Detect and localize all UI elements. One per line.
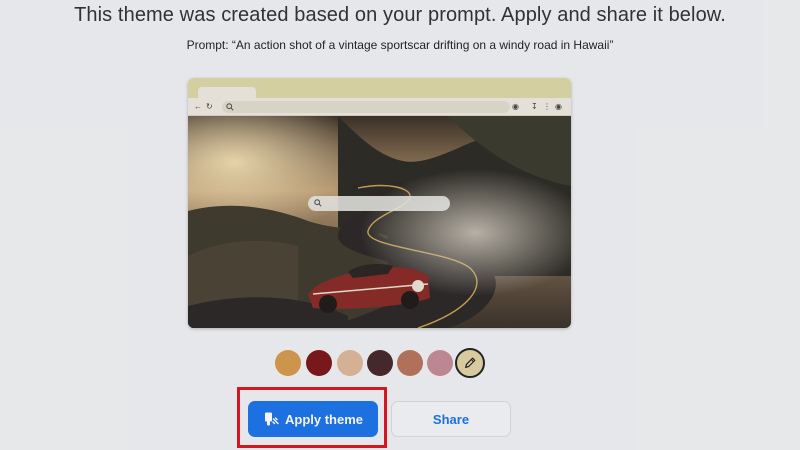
apply-theme-button[interactable]: Apply theme — [248, 401, 378, 437]
headline: This theme was created based on your pro… — [74, 4, 726, 26]
theme-preview: ← ↻ ◉ ↧ ⋮ ◉ — [188, 78, 571, 328]
profile-icon: ⋮ — [543, 102, 551, 111]
swatch-terracotta[interactable] — [397, 350, 423, 376]
swatch-dark-red[interactable] — [306, 350, 332, 376]
reload-icon: ↻ — [206, 102, 213, 111]
swatch-dark-brown[interactable] — [367, 350, 393, 376]
preview-omnibox — [222, 101, 510, 113]
custom-color-button[interactable] — [455, 348, 485, 378]
preview-toolbar: ← ↻ ◉ ↧ ⋮ ◉ — [188, 98, 571, 116]
back-icon: ← — [194, 102, 202, 111]
swatch-orange-tan[interactable] — [275, 350, 301, 376]
pencil-icon — [465, 357, 476, 368]
apply-theme-icon — [264, 412, 279, 426]
search-icon — [226, 103, 234, 111]
extension-icon: ◉ — [512, 102, 519, 111]
menu-icon: ◉ — [555, 102, 562, 111]
sportscar-background-image — [188, 116, 571, 328]
page: This theme was created based on your pro… — [0, 0, 800, 450]
download-icon: ↧ — [531, 102, 538, 111]
swatch-beige[interactable] — [337, 350, 363, 376]
preview-search-box — [308, 196, 450, 211]
search-icon — [314, 199, 322, 207]
share-button[interactable]: Share — [391, 401, 511, 437]
swatch-dusty-rose[interactable] — [427, 350, 453, 376]
prompt-text: Prompt: “An action shot of a vintage spo… — [186, 38, 614, 52]
apply-theme-label: Apply theme — [284, 411, 363, 427]
